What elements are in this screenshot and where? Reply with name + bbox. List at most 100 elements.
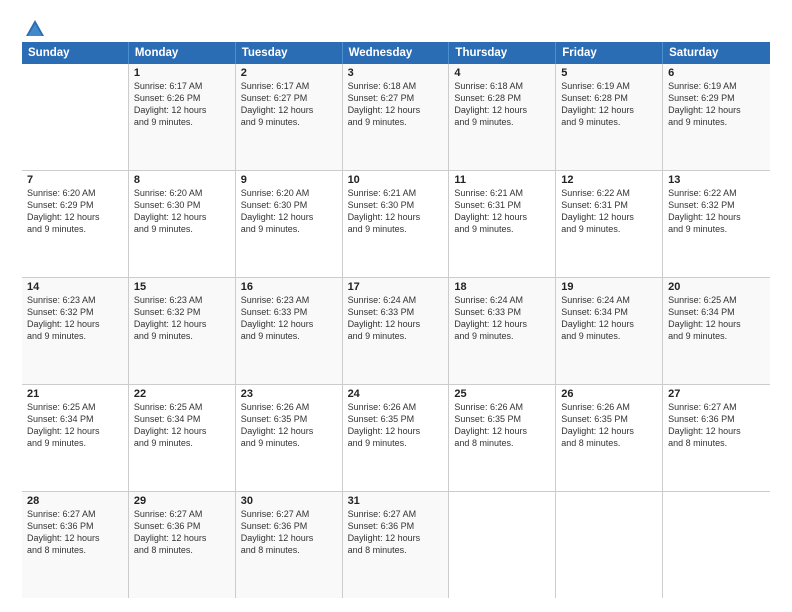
calendar-day-cell: 7Sunrise: 6:20 AMSunset: 6:29 PMDaylight…	[22, 171, 129, 277]
calendar-day-cell: 19Sunrise: 6:24 AMSunset: 6:34 PMDayligh…	[556, 278, 663, 384]
day-info: Sunrise: 6:21 AMSunset: 6:30 PMDaylight:…	[348, 187, 444, 236]
calendar: SundayMondayTuesdayWednesdayThursdayFrid…	[22, 42, 770, 598]
day-info: Sunrise: 6:24 AMSunset: 6:34 PMDaylight:…	[561, 294, 657, 343]
day-info: Sunrise: 6:20 AMSunset: 6:29 PMDaylight:…	[27, 187, 123, 236]
day-info: Sunrise: 6:27 AMSunset: 6:36 PMDaylight:…	[134, 508, 230, 557]
day-info: Sunrise: 6:27 AMSunset: 6:36 PMDaylight:…	[241, 508, 337, 557]
calendar-week-row: 7Sunrise: 6:20 AMSunset: 6:29 PMDaylight…	[22, 171, 770, 278]
day-number: 11	[454, 174, 550, 186]
day-info: Sunrise: 6:20 AMSunset: 6:30 PMDaylight:…	[241, 187, 337, 236]
cal-header-cell: Tuesday	[236, 42, 343, 64]
calendar-day-cell: 23Sunrise: 6:26 AMSunset: 6:35 PMDayligh…	[236, 385, 343, 491]
day-info: Sunrise: 6:19 AMSunset: 6:28 PMDaylight:…	[561, 80, 657, 129]
calendar-day-cell: 4Sunrise: 6:18 AMSunset: 6:28 PMDaylight…	[449, 64, 556, 170]
day-number: 12	[561, 174, 657, 186]
day-info: Sunrise: 6:21 AMSunset: 6:31 PMDaylight:…	[454, 187, 550, 236]
calendar-week-row: 14Sunrise: 6:23 AMSunset: 6:32 PMDayligh…	[22, 278, 770, 385]
day-number: 29	[134, 495, 230, 507]
calendar-day-cell: 22Sunrise: 6:25 AMSunset: 6:34 PMDayligh…	[129, 385, 236, 491]
day-info: Sunrise: 6:20 AMSunset: 6:30 PMDaylight:…	[134, 187, 230, 236]
day-info: Sunrise: 6:17 AMSunset: 6:27 PMDaylight:…	[241, 80, 337, 129]
calendar-empty-cell	[556, 492, 663, 598]
day-number: 22	[134, 388, 230, 400]
day-number: 3	[348, 67, 444, 79]
calendar-day-cell: 3Sunrise: 6:18 AMSunset: 6:27 PMDaylight…	[343, 64, 450, 170]
calendar-day-cell: 25Sunrise: 6:26 AMSunset: 6:35 PMDayligh…	[449, 385, 556, 491]
calendar-day-cell: 14Sunrise: 6:23 AMSunset: 6:32 PMDayligh…	[22, 278, 129, 384]
day-info: Sunrise: 6:22 AMSunset: 6:32 PMDaylight:…	[668, 187, 765, 236]
cal-header-cell: Sunday	[22, 42, 129, 64]
calendar-day-cell: 13Sunrise: 6:22 AMSunset: 6:32 PMDayligh…	[663, 171, 770, 277]
header	[22, 18, 770, 36]
calendar-body: 1Sunrise: 6:17 AMSunset: 6:26 PMDaylight…	[22, 64, 770, 598]
calendar-day-cell: 20Sunrise: 6:25 AMSunset: 6:34 PMDayligh…	[663, 278, 770, 384]
day-number: 17	[348, 281, 444, 293]
cal-header-cell: Thursday	[449, 42, 556, 64]
day-info: Sunrise: 6:26 AMSunset: 6:35 PMDaylight:…	[348, 401, 444, 450]
calendar-week-row: 21 Sunrise: 6:25 AMSunset: 6:34 PMDayligh…	[22, 385, 770, 492]
day-number: 31	[348, 495, 444, 507]
calendar-day-cell: 26Sunrise: 6:26 AMSunset: 6:35 PMDayligh…	[556, 385, 663, 491]
cal-header-cell: Monday	[129, 42, 236, 64]
day-number: 10	[348, 174, 444, 186]
day-number: 19	[561, 281, 657, 293]
day-number: 15	[134, 281, 230, 293]
day-info: Sunrise: 6:22 AMSunset: 6:31 PMDaylight:…	[561, 187, 657, 236]
day-info: Sunrise: 6:27 AMSunset: 6:36 PMDaylight:…	[348, 508, 444, 557]
calendar-day-cell: 10Sunrise: 6:21 AMSunset: 6:30 PMDayligh…	[343, 171, 450, 277]
day-number: 1	[134, 67, 230, 79]
cal-header-cell: Wednesday	[343, 42, 450, 64]
day-number: 4	[454, 67, 550, 79]
day-info: Sunrise: 6:17 AMSunset: 6:26 PMDaylight:…	[134, 80, 230, 129]
day-number: 20	[668, 281, 765, 293]
day-number: 7	[27, 174, 123, 186]
day-info: Sunrise: 6:18 AMSunset: 6:28 PMDaylight:…	[454, 80, 550, 129]
day-info: Sunrise: 6:19 AMSunset: 6:29 PMDaylight:…	[668, 80, 765, 129]
calendar-empty-cell	[663, 492, 770, 598]
day-number: 25	[454, 388, 550, 400]
calendar-day-cell: 17Sunrise: 6:24 AMSunset: 6:33 PMDayligh…	[343, 278, 450, 384]
logo	[22, 18, 46, 36]
day-number: 16	[241, 281, 337, 293]
day-number: 30	[241, 495, 337, 507]
calendar-day-cell: 28Sunrise: 6:27 AMSunset: 6:36 PMDayligh…	[22, 492, 129, 598]
calendar-day-cell: 9Sunrise: 6:20 AMSunset: 6:30 PMDaylight…	[236, 171, 343, 277]
day-info: Sunrise: 6:18 AMSunset: 6:27 PMDaylight:…	[348, 80, 444, 129]
calendar-day-cell: 18Sunrise: 6:24 AMSunset: 6:33 PMDayligh…	[449, 278, 556, 384]
day-number: 18	[454, 281, 550, 293]
calendar-day-cell: 2Sunrise: 6:17 AMSunset: 6:27 PMDaylight…	[236, 64, 343, 170]
logo-icon	[24, 18, 46, 40]
day-info: Sunrise: 6:23 AMSunset: 6:32 PMDaylight:…	[134, 294, 230, 343]
calendar-day-cell: 12Sunrise: 6:22 AMSunset: 6:31 PMDayligh…	[556, 171, 663, 277]
day-number: 14	[27, 281, 123, 293]
day-number: 24	[348, 388, 444, 400]
day-info: Sunrise: 6:25 AMSunset: 6:34 PMDaylight:…	[134, 401, 230, 450]
day-info: Sunrise: 6:26 AMSunset: 6:35 PMDaylight:…	[561, 401, 657, 450]
day-number: 2	[241, 67, 337, 79]
day-info: Sunrise: 6:27 AMSunset: 6:36 PMDaylight:…	[27, 508, 123, 557]
calendar-day-cell: 8Sunrise: 6:20 AMSunset: 6:30 PMDaylight…	[129, 171, 236, 277]
calendar-day-cell: 27Sunrise: 6:27 AMSunset: 6:36 PMDayligh…	[663, 385, 770, 491]
calendar-week-row: 1Sunrise: 6:17 AMSunset: 6:26 PMDaylight…	[22, 64, 770, 171]
calendar-day-cell: 1Sunrise: 6:17 AMSunset: 6:26 PMDaylight…	[129, 64, 236, 170]
calendar-empty-cell	[449, 492, 556, 598]
calendar-header-row: SundayMondayTuesdayWednesdayThursdayFrid…	[22, 42, 770, 64]
cal-header-cell: Friday	[556, 42, 663, 64]
calendar-day-cell: 30Sunrise: 6:27 AMSunset: 6:36 PMDayligh…	[236, 492, 343, 598]
calendar-day-cell: 24Sunrise: 6:26 AMSunset: 6:35 PMDayligh…	[343, 385, 450, 491]
day-info: Sunrise: 6:26 AMSunset: 6:35 PMDaylight:…	[454, 401, 550, 450]
calendar-day-cell: 21Sunrise: 6:25 AMSunset: 6:34 PMDayligh…	[22, 385, 129, 491]
day-number: 21	[27, 388, 123, 400]
day-info: Sunrise: 6:23 AMSunset: 6:32 PMDaylight:…	[27, 294, 123, 343]
day-number: 9	[241, 174, 337, 186]
day-number: 23	[241, 388, 337, 400]
cal-header-cell: Saturday	[663, 42, 770, 64]
day-info: Sunrise: 6:27 AMSunset: 6:36 PMDaylight:…	[668, 401, 765, 450]
calendar-day-cell: 5Sunrise: 6:19 AMSunset: 6:28 PMDaylight…	[556, 64, 663, 170]
day-info: Sunrise: 6:24 AMSunset: 6:33 PMDaylight:…	[348, 294, 444, 343]
day-number: 27	[668, 388, 765, 400]
calendar-day-cell: 31Sunrise: 6:27 AMSunset: 6:36 PMDayligh…	[343, 492, 450, 598]
day-info: Sunrise: 6:24 AMSunset: 6:33 PMDaylight:…	[454, 294, 550, 343]
day-number: 6	[668, 67, 765, 79]
day-info: Sunrise: 6:23 AMSunset: 6:33 PMDaylight:…	[241, 294, 337, 343]
